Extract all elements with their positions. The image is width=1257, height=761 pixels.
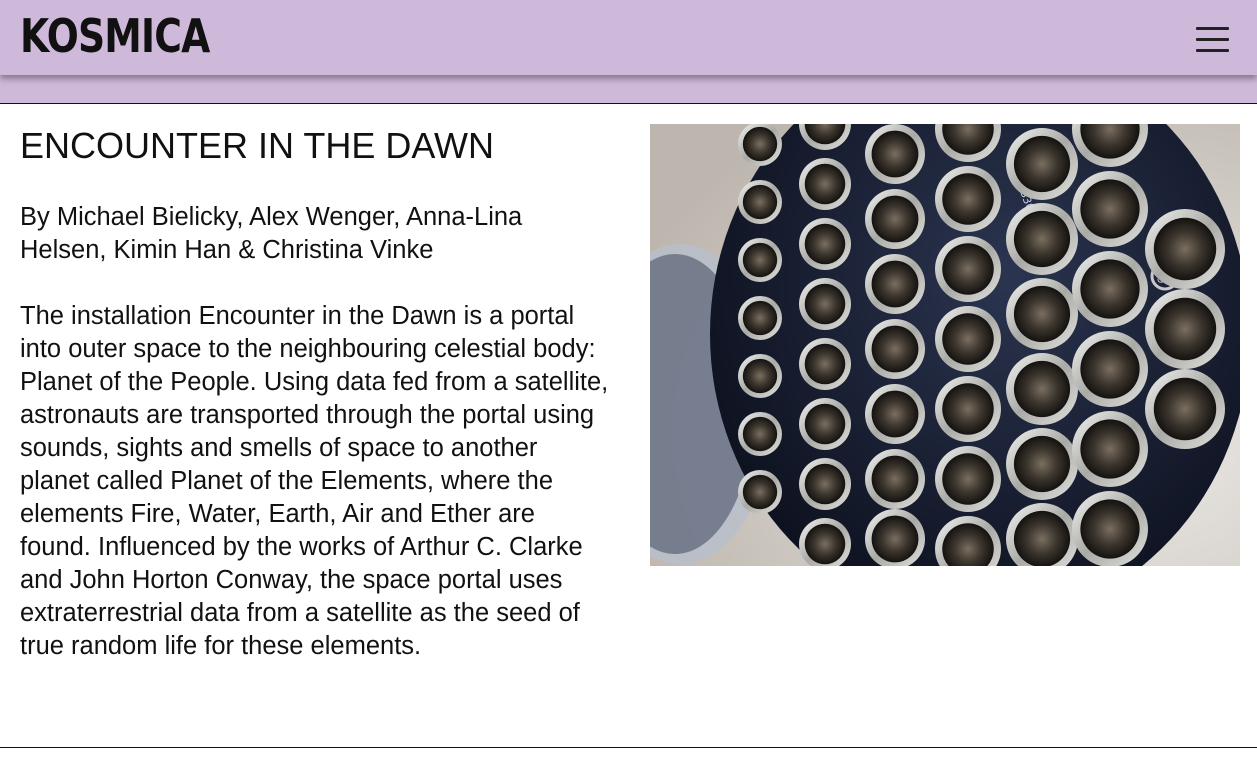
speaker-cup-mesh xyxy=(804,523,846,565)
speaker-cup-mesh xyxy=(742,358,778,394)
speaker-cup-mesh xyxy=(1153,217,1217,281)
speaker-cup-mesh xyxy=(942,173,994,225)
speaker-cup-mesh xyxy=(1080,419,1140,479)
article-authors: By Michael Bielicky, Alex Wenger, Anna-L… xyxy=(20,203,523,264)
speaker-cup-mesh xyxy=(1013,210,1071,268)
site-header: KOSMICA xyxy=(0,0,1257,75)
speaker-cup-mesh xyxy=(1080,259,1140,319)
speaker-cup-mesh xyxy=(804,403,846,445)
speaker-cup-mesh xyxy=(1013,360,1071,418)
speaker-cup-mesh xyxy=(742,416,778,452)
speaker-cup-mesh xyxy=(1080,499,1140,559)
speaker-array-image: LS30 LS29 xyxy=(650,124,1240,566)
speaker-cup-mesh xyxy=(871,390,919,438)
speaker-cup-mesh xyxy=(804,163,846,205)
divider xyxy=(0,747,1257,748)
speaker-cup-mesh xyxy=(942,453,994,505)
speaker-cup-mesh xyxy=(1013,135,1071,193)
speaker-cup-mesh xyxy=(804,463,846,505)
menu-bar xyxy=(1196,38,1229,41)
speaker-cup-mesh xyxy=(1153,297,1217,361)
article-title: ENCOUNTER IN THE DAWN xyxy=(20,125,495,166)
speaker-cup-mesh xyxy=(871,455,919,503)
menu-bar xyxy=(1196,49,1229,52)
article-description: The installation Encounter in the Dawn i… xyxy=(20,302,609,660)
hamburger-menu-icon[interactable] xyxy=(1196,26,1230,54)
installation-photo: LS30 LS29 xyxy=(650,124,1240,566)
speaker-cup-mesh xyxy=(1080,339,1140,399)
speaker-cup-mesh xyxy=(742,474,778,510)
speaker-cup-mesh xyxy=(742,242,778,278)
speaker-cup-mesh xyxy=(871,260,919,308)
site-logo[interactable]: KOSMICA xyxy=(20,11,210,61)
speaker-cup-mesh xyxy=(942,243,994,295)
speaker-cup-mesh xyxy=(1080,179,1140,239)
article-content: ENCOUNTER IN THE DAWN By Michael Bielick… xyxy=(0,104,1257,748)
speaker-cup-mesh xyxy=(871,195,919,243)
speaker-cup-mesh xyxy=(804,343,846,385)
speaker-cup-mesh xyxy=(942,383,994,435)
speaker-cup-mesh xyxy=(742,126,778,162)
speaker-cup-mesh xyxy=(1013,510,1071,566)
speaker-cup-mesh xyxy=(742,184,778,220)
speaker-cup-mesh xyxy=(1153,377,1217,441)
speaker-cup-mesh xyxy=(742,300,778,336)
speaker-cup-mesh xyxy=(942,313,994,365)
speaker-cup-mesh xyxy=(871,130,919,178)
speaker-cup-mesh xyxy=(1013,285,1071,343)
menu-bar xyxy=(1196,27,1229,30)
speaker-cup-mesh xyxy=(871,325,919,373)
speaker-cup-mesh xyxy=(804,223,846,265)
speaker-cup-mesh xyxy=(871,515,919,563)
speaker-cup-mesh xyxy=(1013,435,1071,493)
speaker-cup-mesh xyxy=(804,283,846,325)
